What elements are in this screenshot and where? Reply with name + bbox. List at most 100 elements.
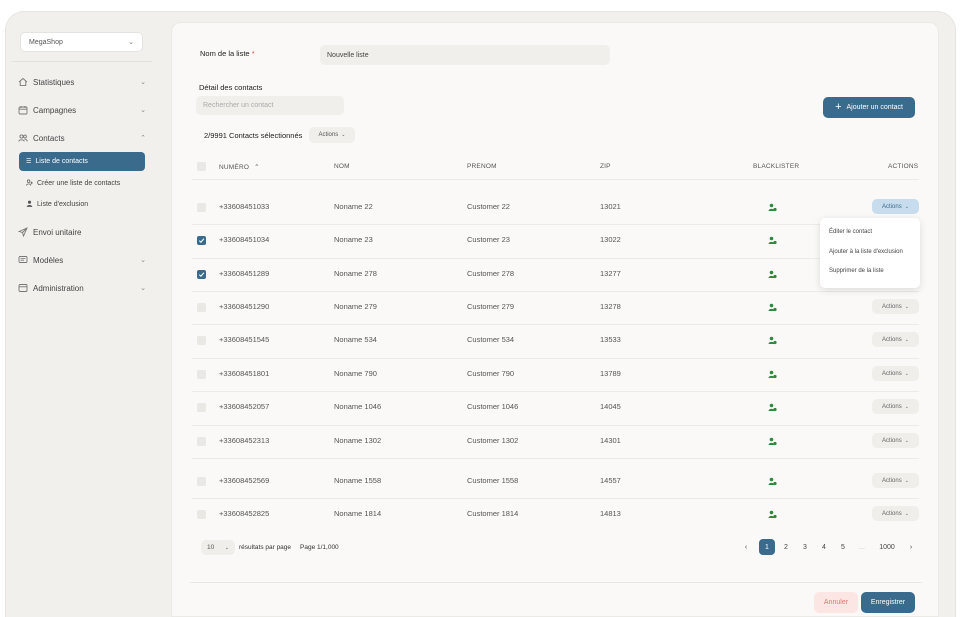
cell-numero: +33608451290: [219, 302, 270, 311]
row-divider: [192, 291, 919, 292]
row-divider: [192, 458, 919, 459]
chevron-down-icon: ⌄: [904, 336, 909, 343]
sidebar-item-contacts[interactable]: Contacts ⌃: [18, 129, 148, 147]
row-actions-button[interactable]: Actions ⌄: [872, 473, 919, 488]
row-divider: [192, 358, 919, 359]
row-checkbox[interactable]: [197, 303, 206, 312]
list-name-value: Nouvelle liste: [327, 51, 369, 59]
sidebar-item-statistiques[interactable]: Statistiques ⌄: [18, 73, 148, 91]
blacklist-user-icon[interactable]: [768, 303, 777, 312]
edit-contact-option[interactable]: Éditer le contact: [829, 229, 872, 235]
cell-prenom: Customer 790: [467, 369, 515, 378]
row-actions-button[interactable]: Actions ⌄: [872, 366, 919, 381]
page-4-button[interactable]: 4: [817, 539, 831, 555]
row-checkbox[interactable]: [197, 203, 206, 212]
user-add-icon: [26, 179, 33, 188]
sidebar-item-campagnes[interactable]: Campagnes ⌄: [18, 101, 148, 119]
row-checkbox[interactable]: [197, 336, 206, 345]
cell-numero: +33608451801: [219, 369, 270, 378]
blacklist-user-icon[interactable]: [768, 477, 777, 486]
cell-nom: Noname 1814: [334, 509, 382, 518]
row-checkbox[interactable]: [197, 270, 206, 279]
search-input[interactable]: Rechercher un contact: [196, 96, 344, 115]
cell-nom: Noname 1558: [334, 476, 382, 485]
blacklist-user-icon[interactable]: [768, 336, 777, 345]
row-actions-button[interactable]: Actions ⌄: [872, 299, 919, 314]
sidebar-subitem-liste-exclusion[interactable]: Liste d'exclusion: [19, 195, 145, 214]
cell-prenom: Customer 534: [467, 335, 515, 344]
blacklist-user-icon[interactable]: [768, 203, 777, 212]
row-actions-label: Actions: [882, 403, 902, 410]
chevron-down-icon: ⌄: [904, 510, 909, 517]
cell-prenom: Customer 279: [467, 302, 515, 311]
row-divider: [192, 498, 919, 499]
blacklist-user-icon[interactable]: [768, 270, 777, 279]
list-name-input[interactable]: Nouvelle liste: [320, 45, 610, 65]
page-1-button[interactable]: 1: [759, 539, 775, 555]
add-contact-button[interactable]: + Ajouter un contact: [823, 97, 915, 118]
page-3-button[interactable]: 3: [798, 539, 812, 555]
sidebar-item-envoi-unitaire[interactable]: Envoi unitaire: [18, 223, 148, 241]
row-checkbox[interactable]: [197, 510, 206, 519]
cell-zip: 14813: [600, 509, 621, 518]
row-actions-button[interactable]: Actions ⌄: [872, 332, 919, 347]
row-actions-label: Actions: [882, 203, 902, 210]
page-ellipsis: ...: [859, 543, 865, 551]
row-checkbox[interactable]: [197, 236, 206, 245]
row-checkbox[interactable]: [197, 370, 206, 379]
add-to-exclusion-option[interactable]: Ajouter à la liste d'exclusion: [829, 249, 903, 255]
row-checkbox[interactable]: [197, 437, 206, 446]
bulk-actions-button[interactable]: Actions ⌄: [309, 127, 355, 143]
save-button[interactable]: Enregistrer: [861, 592, 915, 613]
row-divider: [192, 391, 919, 392]
row-actions-label: Actions: [882, 477, 902, 484]
cell-zip: 14045: [600, 402, 621, 411]
row-actions-button[interactable]: Actions ⌄: [872, 399, 919, 414]
page-5-button[interactable]: 5: [836, 539, 850, 555]
row-actions-button[interactable]: Actions ⌄: [872, 433, 919, 448]
row-actions-button[interactable]: Actions ⌄: [872, 506, 919, 521]
blacklist-user-icon[interactable]: [768, 510, 777, 519]
required-mark: *: [251, 49, 255, 58]
sidebar-item-modeles[interactable]: Modèles ⌄: [18, 251, 148, 269]
shop-selector[interactable]: MegaShop ⌄: [20, 32, 143, 52]
contacts-section-label: Détail des contacts: [199, 83, 263, 92]
cell-nom: Noname 534: [334, 335, 377, 344]
row-checkbox[interactable]: [197, 403, 206, 412]
header-actions: ACTIONS: [888, 163, 919, 170]
cell-numero: +33608451289: [219, 269, 270, 278]
page-last-button[interactable]: 1000: [875, 539, 899, 555]
blacklist-user-icon[interactable]: [768, 370, 777, 379]
admin-icon: [18, 283, 28, 293]
page-size-select[interactable]: 10 ⌄: [201, 540, 235, 555]
sidebar-subitem-creer-liste[interactable]: Créer une liste de contacts: [19, 174, 145, 193]
page-2-button[interactable]: 2: [779, 539, 793, 555]
cancel-button[interactable]: Annuler: [814, 592, 858, 613]
send-icon: [18, 227, 28, 237]
chevron-down-icon: ⌄: [341, 132, 346, 138]
prev-page-button[interactable]: ‹: [740, 539, 752, 555]
sidebar-subitem-liste-de-contacts[interactable]: ☰ Liste de contacts: [19, 152, 145, 171]
chevron-down-icon: ⌄: [904, 203, 909, 210]
list-name-label: Nom de la liste *: [200, 49, 255, 58]
blacklist-user-icon[interactable]: [768, 437, 777, 446]
results-per-page-label: résultats par page: [239, 544, 292, 551]
chevron-down-icon: ⌄: [128, 39, 134, 46]
cell-numero: +33608452569: [219, 476, 270, 485]
remove-from-list-option[interactable]: Supprimer de la liste: [829, 268, 884, 274]
header-divider: [192, 179, 919, 180]
page-info: Page 1/1,000: [300, 544, 339, 551]
chevron-down-icon: ⌄: [224, 544, 229, 551]
header-numero[interactable]: NUMÉRO ⌃: [219, 163, 260, 171]
row-checkbox[interactable]: [197, 477, 206, 486]
cell-prenom: Customer 1046: [467, 402, 519, 411]
row-actions-button[interactable]: Actions ⌄: [872, 199, 919, 214]
sidebar-item-administration[interactable]: Administration ⌄: [18, 279, 148, 297]
blacklist-user-icon[interactable]: [768, 403, 777, 412]
cell-zip: 13533: [600, 335, 621, 344]
blacklist-user-icon[interactable]: [768, 236, 777, 245]
chevron-down-icon: ⌄: [904, 477, 909, 484]
select-all-checkbox[interactable]: [197, 162, 206, 171]
sidebar-item-label: Envoi unitaire: [33, 227, 82, 237]
next-page-button[interactable]: ›: [905, 539, 917, 555]
